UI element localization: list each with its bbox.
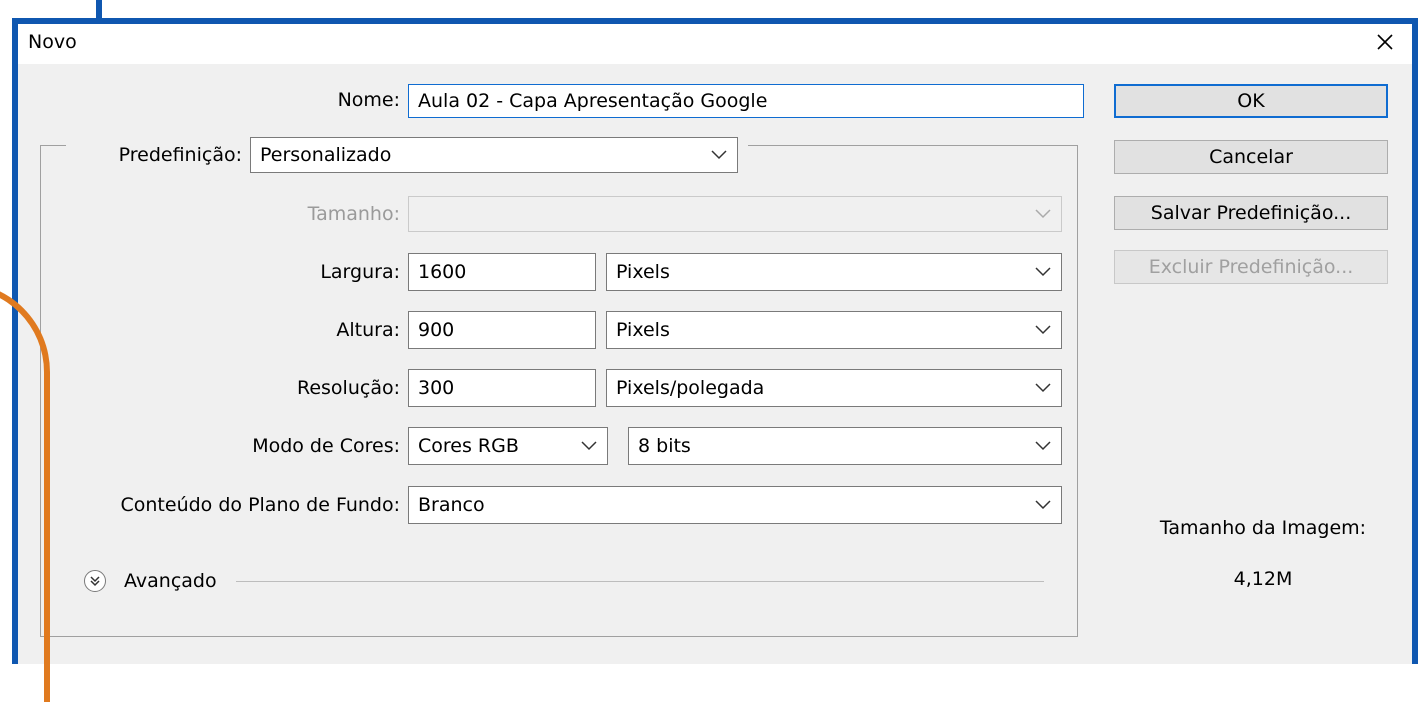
delete-preset-button[interactable]: Excluir Predefinição...: [1114, 250, 1388, 284]
resolution-label: Resolução:: [297, 377, 400, 399]
window-title: Novo: [28, 31, 77, 53]
chevron-down-icon: [1035, 325, 1051, 335]
width-input[interactable]: 1600: [408, 253, 596, 291]
cancel-button[interactable]: Cancelar: [1114, 140, 1388, 174]
height-unit-value: Pixels: [616, 319, 670, 341]
chevron-down-icon: [581, 441, 597, 451]
background-contents-value: Branco: [418, 494, 485, 516]
advanced-divider: [236, 581, 1044, 582]
bit-depth-value: 8 bits: [638, 435, 691, 457]
background-contents-select[interactable]: Branco: [408, 486, 1062, 524]
size-select[interactable]: [408, 196, 1062, 232]
close-button[interactable]: [1365, 24, 1405, 60]
chevron-down-icon: [1035, 500, 1051, 510]
resolution-unit-value: Pixels/polegada: [616, 377, 765, 399]
width-unit-value: Pixels: [616, 261, 670, 283]
preset-select[interactable]: Personalizado: [250, 137, 738, 173]
name-label: Nome:: [337, 89, 400, 111]
height-input[interactable]: 900: [408, 311, 596, 349]
color-mode-value: Cores RGB: [418, 435, 519, 457]
close-icon: [1377, 34, 1393, 50]
preset-label: Predefinição:: [118, 144, 242, 166]
width-label: Largura:: [320, 261, 400, 283]
advanced-label[interactable]: Avançado: [124, 570, 217, 592]
resolution-unit-select[interactable]: Pixels/polegada: [606, 369, 1062, 407]
name-input[interactable]: Aula 02 - Capa Apresentação Google: [408, 84, 1084, 118]
color-mode-label: Modo de Cores:: [252, 435, 400, 457]
chevron-down-icon: [1035, 383, 1051, 393]
chevron-down-icon: [1035, 209, 1051, 219]
preset-select-value: Personalizado: [260, 144, 392, 166]
chevron-down-icon: [1035, 267, 1051, 277]
color-mode-select[interactable]: Cores RGB: [408, 427, 608, 465]
bit-depth-select[interactable]: 8 bits: [628, 427, 1062, 465]
chevron-down-icon: [1035, 441, 1051, 451]
chevron-down-icon: [711, 150, 727, 160]
size-label: Tamanho:: [307, 203, 400, 225]
save-preset-button[interactable]: Salvar Predefinição...: [1114, 196, 1388, 230]
width-unit-select[interactable]: Pixels: [606, 253, 1062, 291]
background-contents-label: Conteúdo do Plano de Fundo:: [120, 494, 401, 516]
height-label: Altura:: [336, 319, 400, 341]
image-size-value: 4,12M: [1233, 568, 1293, 590]
annotation-shape: [0, 282, 50, 702]
advanced-toggle[interactable]: [84, 570, 106, 592]
title-bar: [18, 24, 1412, 64]
resolution-input[interactable]: 300: [408, 369, 596, 407]
double-chevron-down-icon: [90, 576, 100, 587]
height-unit-select[interactable]: Pixels: [606, 311, 1062, 349]
image-size-label: Tamanho da Imagem:: [1159, 517, 1367, 539]
ok-button[interactable]: OK: [1114, 84, 1388, 118]
